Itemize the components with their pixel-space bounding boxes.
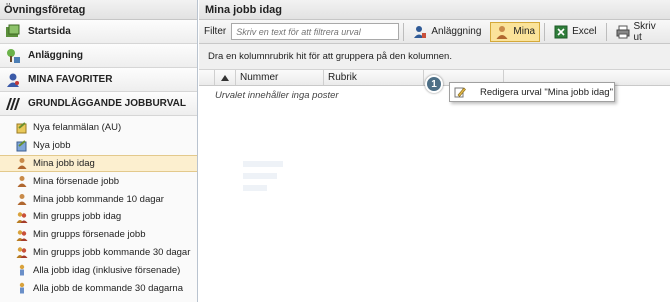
toolbar-separator [403,22,405,41]
column-header-rubrik[interactable]: Rubrik [324,70,424,85]
sidebar-item-label: Anläggning [28,50,83,61]
sidebar-item-nya-felanmalan[interactable]: Nya felanmälan (AU) [0,119,197,137]
step-badge: 1 [425,75,443,93]
sidebar-item-min-grupps-kommande[interactable]: Min grupps jobb kommande 30 dagar [0,244,197,262]
group-icon [16,246,28,259]
toolbar: Filter Anläggning Mina Excel Skriv ut [199,20,670,44]
sidebar-item-mina-jobb-idag[interactable]: Mina jobb idag [0,154,197,173]
toolbar-separator [605,22,607,41]
fault-report-icon [16,122,28,134]
excel-icon [554,25,568,39]
sidebar-item-grundlaggande-jobburval[interactable]: GRUNDLÄGGANDE JOBBURVAL [0,92,197,116]
sidebar-item-label: Min grupps jobb idag [33,211,122,223]
all-jobs-icon [16,282,28,294]
person-icon [16,193,28,206]
sidebar-item-alla-jobb-idag[interactable]: Alla jobb idag (inklusive försenade) [0,261,197,279]
home-icon [4,23,22,41]
group-icon [16,229,28,241]
sidebar-item-label: Alla jobb idag (inklusive försenade) [33,264,181,276]
sidebar-item-label: Startsida [28,26,71,37]
column-header-nummer[interactable]: Nummer [236,70,324,85]
sidebar-item-nya-jobb[interactable]: Nya jobb [0,137,197,155]
person-icon [16,157,28,170]
sidebar-item-mina-forsenade-jobb[interactable]: Mina försenade jobb [0,172,197,190]
sidebar-item-min-grupps-forsenade[interactable]: Min grupps försenade jobb [0,226,197,244]
filter-label: Filter [204,26,227,37]
sidebar-item-mina-jobb-kommande[interactable]: Mina jobb kommande 10 dagar [0,190,197,208]
mina-label: Mina [513,26,536,37]
favorites-icon [4,71,22,89]
printer-icon [616,25,630,39]
sidebar-item-alla-jobb-kommande[interactable]: Alla jobb de kommande 30 dagarna [0,279,197,297]
print-button[interactable]: Skriv ut [611,20,670,43]
person-icon [495,25,509,39]
sidebar-item-label: GRUNDLÄGGANDE JOBBURVAL [28,98,186,109]
ghost-decoration [243,157,303,200]
sidebar-item-label: MINA FAVORITER [28,74,113,85]
person-icon [16,175,28,188]
page-title: Mina jobb idag [199,0,670,20]
column-header-blank [199,70,215,85]
sidebar-item-startsida[interactable]: Startsida [0,20,197,44]
edit-icon [454,86,466,98]
excel-button[interactable]: Excel [549,22,601,42]
mina-button[interactable]: Mina [490,21,541,42]
sidebar-item-label: Alla jobb de kommande 30 dagarna [33,282,183,294]
sidebar-item-label: Min grupps jobb kommande 30 dagar [33,246,191,258]
sidebar-item-label: Mina jobb idag [33,157,95,169]
group-icon [16,211,28,223]
sidebar-item-label: Mina jobb kommande 10 dagar [33,193,164,205]
main-panel: Mina jobb idag Filter Anläggning Mina Ex… [199,0,670,302]
toolbar-separator [544,22,546,41]
anlaggning-label: Anläggning [431,26,482,37]
sidebar-item-mina-favoriter[interactable]: MINA FAVORITER [0,68,197,92]
sidebar-item-label: Nya felanmälan (AU) [33,122,122,134]
job-selection-icon [4,95,22,113]
facility-icon [4,47,22,65]
facility-icon [413,25,427,39]
sidebar: Övningsföretag Startsida Anläggning MINA… [0,0,198,302]
sidebar-title: Övningsföretag [0,0,197,20]
print-label: Skriv ut [633,20,656,43]
filter-input[interactable] [231,23,400,40]
all-jobs-icon [16,264,28,276]
group-by-area[interactable]: Dra en kolumnrubrik hit för att gruppera… [199,44,670,70]
sidebar-item-anlaggning[interactable]: Anläggning [0,44,197,68]
sort-arrow-icon[interactable] [215,70,236,85]
sidebar-item-label: Min grupps försenade jobb [33,229,146,241]
sidebar-item-min-grupps-jobb-idag[interactable]: Min grupps jobb idag [0,208,197,226]
popup-label: Redigera urval "Mina jobb idag" [480,86,613,98]
anlaggning-button[interactable]: Anläggning [408,22,486,42]
edit-selection-popup[interactable]: Redigera urval "Mina jobb idag" [449,82,615,102]
sidebar-item-label: Mina försenade jobb [33,175,120,187]
excel-label: Excel [572,26,597,37]
sidebar-item-label: Nya jobb [33,140,71,152]
new-job-icon [16,139,28,152]
